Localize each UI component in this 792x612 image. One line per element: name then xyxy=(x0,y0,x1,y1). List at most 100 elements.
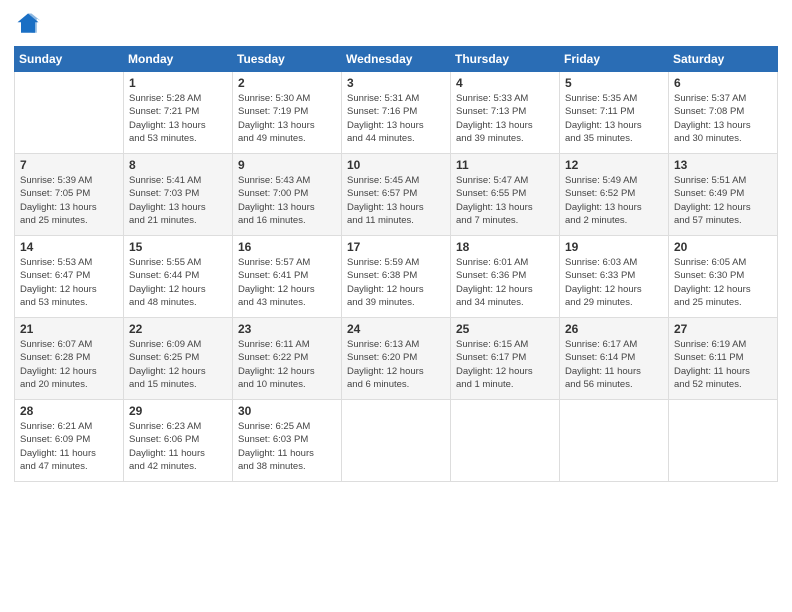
day-info: Sunrise: 5:41 AM Sunset: 7:03 PM Dayligh… xyxy=(129,174,227,227)
day-number: 11 xyxy=(456,158,554,172)
day-info: Sunrise: 5:55 AM Sunset: 6:44 PM Dayligh… xyxy=(129,256,227,309)
day-number: 21 xyxy=(20,322,118,336)
day-info: Sunrise: 5:51 AM Sunset: 6:49 PM Dayligh… xyxy=(674,174,772,227)
day-number: 7 xyxy=(20,158,118,172)
day-number: 15 xyxy=(129,240,227,254)
day-cell: 18 Sunrise: 6:01 AM Sunset: 6:36 PM Dayli… xyxy=(451,236,560,318)
day-info: Sunrise: 5:57 AM Sunset: 6:41 PM Dayligh… xyxy=(238,256,336,309)
day-info: Sunrise: 6:19 AM Sunset: 6:11 PM Dayligh… xyxy=(674,338,772,391)
weekday-sunday: Sunday xyxy=(15,47,124,72)
day-cell: 21 Sunrise: 6:07 AM Sunset: 6:28 PM Dayli… xyxy=(15,318,124,400)
day-info: Sunrise: 5:33 AM Sunset: 7:13 PM Dayligh… xyxy=(456,92,554,145)
day-number: 12 xyxy=(565,158,663,172)
weekday-saturday: Saturday xyxy=(669,47,778,72)
day-cell: 20 Sunrise: 6:05 AM Sunset: 6:30 PM Dayli… xyxy=(669,236,778,318)
day-cell: 15 Sunrise: 5:55 AM Sunset: 6:44 PM Dayli… xyxy=(124,236,233,318)
day-cell: 29Sunrise: 6:23 AM Sunset: 6:06 PM Dayli… xyxy=(124,400,233,482)
day-info: Sunrise: 5:59 AM Sunset: 6:38 PM Dayligh… xyxy=(347,256,445,309)
week-row-1: 1Sunrise: 5:28 AM Sunset: 7:21 PM Daylig… xyxy=(15,72,778,154)
day-number: 2 xyxy=(238,76,336,90)
day-cell: 12 Sunrise: 5:49 AM Sunset: 6:52 PM Dayli… xyxy=(560,154,669,236)
day-info: Sunrise: 6:15 AM Sunset: 6:17 PM Dayligh… xyxy=(456,338,554,391)
day-cell: 11 Sunrise: 5:47 AM Sunset: 6:55 PM Dayli… xyxy=(451,154,560,236)
day-number: 6 xyxy=(674,76,772,90)
day-number: 8 xyxy=(129,158,227,172)
logo-icon xyxy=(14,10,42,38)
day-number: 26 xyxy=(565,322,663,336)
day-info: Sunrise: 6:21 AM Sunset: 6:09 PM Dayligh… xyxy=(20,420,118,473)
day-number: 14 xyxy=(20,240,118,254)
day-cell: 13 Sunrise: 5:51 AM Sunset: 6:49 PM Dayli… xyxy=(669,154,778,236)
day-number: 1 xyxy=(129,76,227,90)
day-number: 9 xyxy=(238,158,336,172)
day-number: 20 xyxy=(674,240,772,254)
weekday-thursday: Thursday xyxy=(451,47,560,72)
day-number: 13 xyxy=(674,158,772,172)
day-info: Sunrise: 5:49 AM Sunset: 6:52 PM Dayligh… xyxy=(565,174,663,227)
day-cell: 26Sunrise: 6:17 AM Sunset: 6:14 PM Dayli… xyxy=(560,318,669,400)
day-number: 3 xyxy=(347,76,445,90)
day-info: Sunrise: 6:03 AM Sunset: 6:33 PM Dayligh… xyxy=(565,256,663,309)
day-cell: 28 Sunrise: 6:21 AM Sunset: 6:09 PM Dayli… xyxy=(15,400,124,482)
day-info: Sunrise: 6:23 AM Sunset: 6:06 PM Dayligh… xyxy=(129,420,227,473)
day-cell: 16 Sunrise: 5:57 AM Sunset: 6:41 PM Dayli… xyxy=(233,236,342,318)
day-cell: 30 Sunrise: 6:25 AM Sunset: 6:03 PM Dayli… xyxy=(233,400,342,482)
day-cell: 5 Sunrise: 5:35 AM Sunset: 7:11 PM Daylig… xyxy=(560,72,669,154)
day-number: 18 xyxy=(456,240,554,254)
day-cell: 8 Sunrise: 5:41 AM Sunset: 7:03 PM Daylig… xyxy=(124,154,233,236)
day-number: 28 xyxy=(20,404,118,418)
day-info: Sunrise: 6:11 AM Sunset: 6:22 PM Dayligh… xyxy=(238,338,336,391)
day-number: 17 xyxy=(347,240,445,254)
week-row-4: 21 Sunrise: 6:07 AM Sunset: 6:28 PM Dayli… xyxy=(15,318,778,400)
day-cell xyxy=(15,72,124,154)
header xyxy=(14,10,778,38)
day-cell: 24Sunrise: 6:13 AM Sunset: 6:20 PM Dayli… xyxy=(342,318,451,400)
day-info: Sunrise: 5:30 AM Sunset: 7:19 PM Dayligh… xyxy=(238,92,336,145)
day-number: 5 xyxy=(565,76,663,90)
day-cell xyxy=(560,400,669,482)
day-number: 27 xyxy=(674,322,772,336)
weekday-monday: Monday xyxy=(124,47,233,72)
day-cell: 4 Sunrise: 5:33 AM Sunset: 7:13 PM Daylig… xyxy=(451,72,560,154)
day-cell: 10 Sunrise: 5:45 AM Sunset: 6:57 PM Dayli… xyxy=(342,154,451,236)
day-cell: 19 Sunrise: 6:03 AM Sunset: 6:33 PM Dayli… xyxy=(560,236,669,318)
day-cell xyxy=(669,400,778,482)
day-cell: 27 Sunrise: 6:19 AM Sunset: 6:11 PM Dayli… xyxy=(669,318,778,400)
day-cell: 23 Sunrise: 6:11 AM Sunset: 6:22 PM Dayli… xyxy=(233,318,342,400)
week-row-5: 28 Sunrise: 6:21 AM Sunset: 6:09 PM Dayli… xyxy=(15,400,778,482)
day-info: Sunrise: 6:07 AM Sunset: 6:28 PM Dayligh… xyxy=(20,338,118,391)
day-info: Sunrise: 5:35 AM Sunset: 7:11 PM Dayligh… xyxy=(565,92,663,145)
day-number: 30 xyxy=(238,404,336,418)
day-info: Sunrise: 5:47 AM Sunset: 6:55 PM Dayligh… xyxy=(456,174,554,227)
day-info: Sunrise: 5:39 AM Sunset: 7:05 PM Dayligh… xyxy=(20,174,118,227)
day-info: Sunrise: 5:31 AM Sunset: 7:16 PM Dayligh… xyxy=(347,92,445,145)
day-info: Sunrise: 5:45 AM Sunset: 6:57 PM Dayligh… xyxy=(347,174,445,227)
day-cell: 2 Sunrise: 5:30 AM Sunset: 7:19 PM Daylig… xyxy=(233,72,342,154)
day-info: Sunrise: 5:37 AM Sunset: 7:08 PM Dayligh… xyxy=(674,92,772,145)
day-number: 4 xyxy=(456,76,554,90)
day-number: 23 xyxy=(238,322,336,336)
day-cell: 17 Sunrise: 5:59 AM Sunset: 6:38 PM Dayli… xyxy=(342,236,451,318)
weekday-wednesday: Wednesday xyxy=(342,47,451,72)
day-cell: 25Sunrise: 6:15 AM Sunset: 6:17 PM Dayli… xyxy=(451,318,560,400)
page: SundayMondayTuesdayWednesdayThursdayFrid… xyxy=(0,0,792,612)
day-info: Sunrise: 5:43 AM Sunset: 7:00 PM Dayligh… xyxy=(238,174,336,227)
day-cell: 14 Sunrise: 5:53 AM Sunset: 6:47 PM Dayli… xyxy=(15,236,124,318)
week-row-3: 14 Sunrise: 5:53 AM Sunset: 6:47 PM Dayli… xyxy=(15,236,778,318)
logo xyxy=(14,10,46,38)
day-info: Sunrise: 6:13 AM Sunset: 6:20 PM Dayligh… xyxy=(347,338,445,391)
day-info: Sunrise: 6:01 AM Sunset: 6:36 PM Dayligh… xyxy=(456,256,554,309)
day-number: 19 xyxy=(565,240,663,254)
day-info: Sunrise: 6:05 AM Sunset: 6:30 PM Dayligh… xyxy=(674,256,772,309)
calendar-table: SundayMondayTuesdayWednesdayThursdayFrid… xyxy=(14,46,778,482)
day-info: Sunrise: 5:53 AM Sunset: 6:47 PM Dayligh… xyxy=(20,256,118,309)
day-info: Sunrise: 6:25 AM Sunset: 6:03 PM Dayligh… xyxy=(238,420,336,473)
day-cell: 9 Sunrise: 5:43 AM Sunset: 7:00 PM Daylig… xyxy=(233,154,342,236)
weekday-friday: Friday xyxy=(560,47,669,72)
week-row-2: 7 Sunrise: 5:39 AM Sunset: 7:05 PM Daylig… xyxy=(15,154,778,236)
day-number: 16 xyxy=(238,240,336,254)
weekday-header-row: SundayMondayTuesdayWednesdayThursdayFrid… xyxy=(15,47,778,72)
day-info: Sunrise: 6:09 AM Sunset: 6:25 PM Dayligh… xyxy=(129,338,227,391)
day-number: 10 xyxy=(347,158,445,172)
day-cell xyxy=(451,400,560,482)
